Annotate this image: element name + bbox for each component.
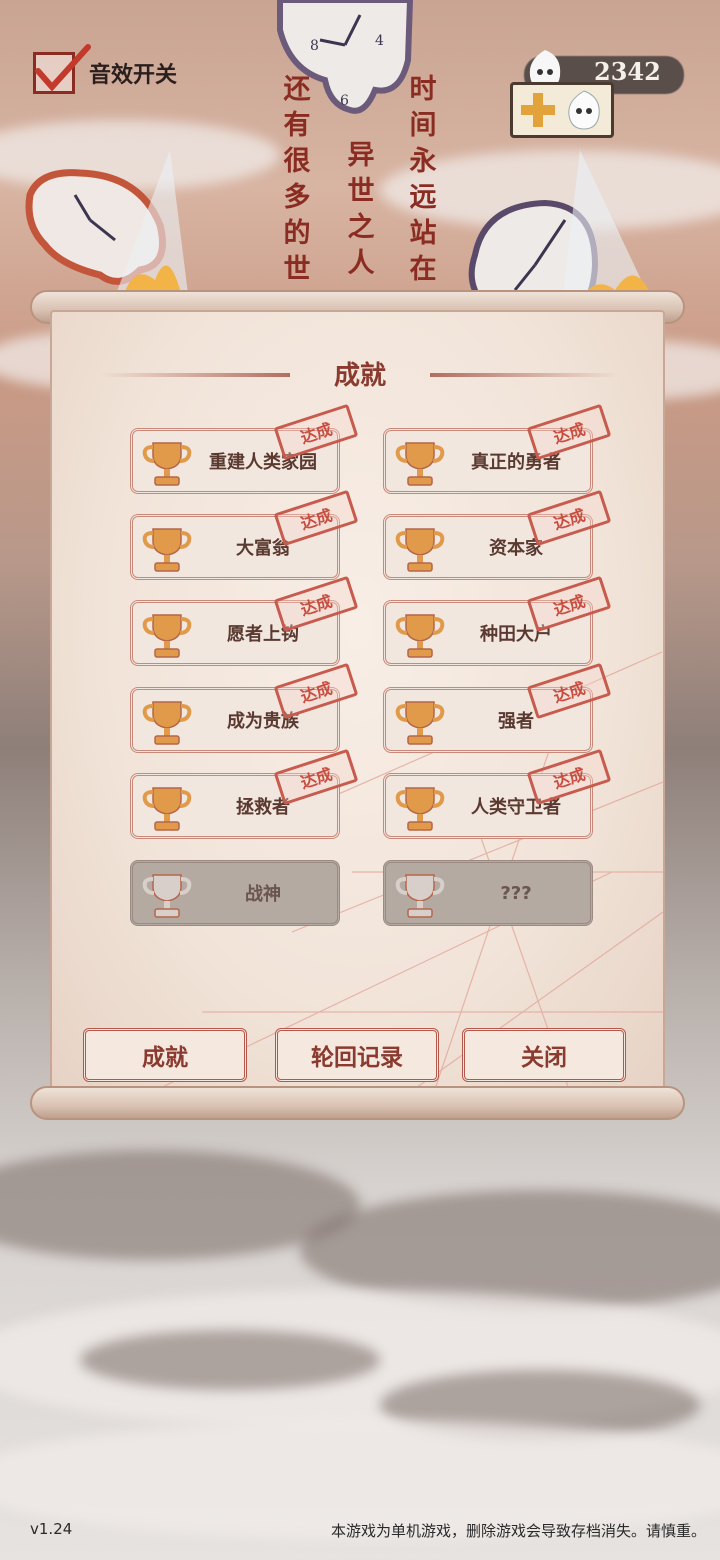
achievement-card[interactable]: 资本家 达成 xyxy=(383,489,612,580)
achievement-name: ??? xyxy=(500,882,532,904)
trophy-icon xyxy=(142,701,192,745)
trophy-icon xyxy=(142,528,192,572)
close-button[interactable]: 关闭 xyxy=(462,1028,626,1082)
trophy-icon xyxy=(142,442,192,486)
trophy-icon xyxy=(395,442,445,486)
trophy-icon xyxy=(395,874,445,918)
svg-text:8: 8 xyxy=(310,38,319,54)
achievement-card[interactable]: 真正的勇者 达成 xyxy=(383,403,612,494)
achievement-card[interactable]: 重建人类家园 达成 xyxy=(130,403,359,494)
crystal-shard-left xyxy=(110,150,190,310)
trophy-icon xyxy=(395,701,445,745)
sound-checkbox[interactable] xyxy=(33,44,91,94)
achievement-card[interactable]: 种田大户 达成 xyxy=(383,575,612,666)
trophy-icon xyxy=(142,787,192,831)
sound-toggle[interactable]: 音效开关 xyxy=(33,44,178,94)
trophy-icon xyxy=(395,787,445,831)
achievement-card[interactable]: ??? xyxy=(383,860,593,926)
achievement-card[interactable]: 大富翁 达成 xyxy=(130,489,359,580)
currency-panel: 2342 xyxy=(508,40,688,150)
svg-text:6: 6 xyxy=(340,93,349,109)
trophy-icon xyxy=(395,614,445,658)
sound-toggle-label: 音效开关 xyxy=(89,63,178,88)
trophy-icon xyxy=(142,614,192,658)
plus-icon xyxy=(521,93,555,127)
version-label: v1.24 xyxy=(30,1520,73,1538)
save-warning-notice: 本游戏为单机游戏，删除游戏会导致存档消失。请慎重。 xyxy=(330,1522,706,1540)
trophy-icon xyxy=(142,874,192,918)
achievement-card[interactable]: 成为贵族 达成 xyxy=(130,662,359,753)
achievement-card[interactable]: 拯救者 达成 xyxy=(130,748,359,839)
spirit-icon xyxy=(568,90,600,130)
add-currency-button[interactable] xyxy=(510,82,614,138)
achievement-card[interactable]: 强者 达成 xyxy=(383,662,612,753)
panel-title: 成就 xyxy=(333,361,386,391)
reincarnation-record-button[interactable]: 轮回记录 xyxy=(275,1028,439,1082)
achievement-name: 战神 xyxy=(245,884,281,905)
checkmark-icon xyxy=(35,44,91,92)
svg-text:4: 4 xyxy=(375,33,384,49)
achievement-card[interactable]: 愿者上钩 达成 xyxy=(130,575,359,666)
achievement-card[interactable]: 人类守卫者 达成 xyxy=(383,748,612,839)
achievements-tab-button[interactable]: 成就 xyxy=(83,1028,247,1082)
achievement-card[interactable]: 战神 xyxy=(130,860,340,926)
trophy-icon xyxy=(395,528,445,572)
scroll-roll-bottom xyxy=(30,1086,685,1120)
